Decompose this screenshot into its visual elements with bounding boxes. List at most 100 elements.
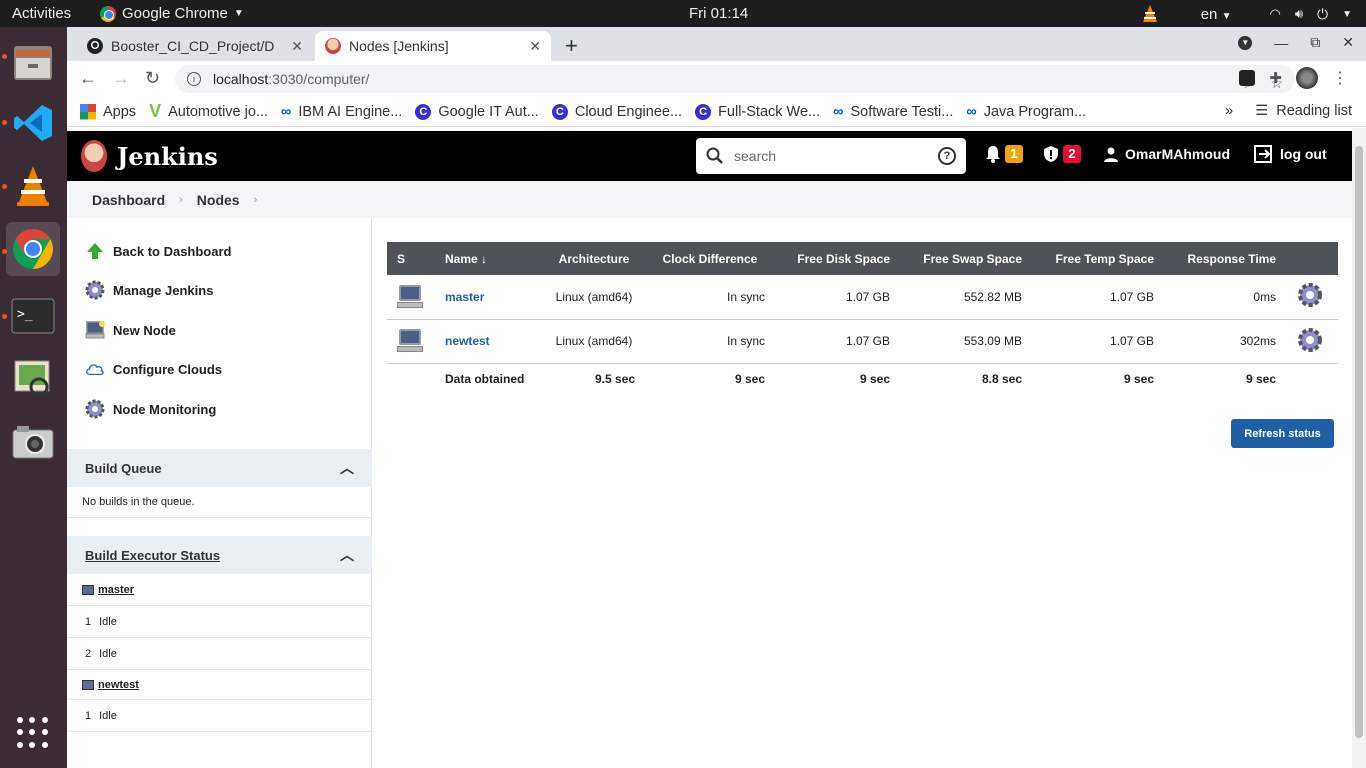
bookmark-label: Apps	[103, 103, 137, 120]
footer-clock-time: 9 sec	[645, 362, 775, 395]
configure-gear-icon[interactable]	[1296, 281, 1324, 309]
refresh-status-button[interactable]: Refresh status	[1231, 419, 1334, 448]
tab-search-icon[interactable]: ▼	[1238, 35, 1253, 50]
task-back-to-dashboard[interactable]: Back to Dashboard	[85, 241, 231, 261]
chevron-up-icon[interactable]: ︿	[340, 545, 354, 565]
notifications-button[interactable]: 1	[985, 145, 1023, 163]
camera-app-icon[interactable]	[6, 415, 60, 469]
site-info-icon[interactable]: i	[187, 72, 201, 86]
executor-node-link[interactable]: newtest	[98, 679, 139, 691]
volume-icon[interactable]: 🔊︎	[1295, 6, 1303, 22]
bookmark-cloud-engineer[interactable]: C Cloud Enginee...	[551, 103, 682, 120]
reading-list-label: Reading list	[1276, 103, 1352, 119]
bookmark-apps[interactable]: Apps	[80, 103, 137, 120]
tab-github[interactable]: Booster_CI_CD_Project/D ✕	[77, 31, 313, 61]
disk-cell: 1.07 GB	[775, 319, 900, 364]
chevron-down-icon[interactable]: ▼	[1342, 9, 1352, 20]
node-link-newtest[interactable]: newtest	[445, 334, 490, 348]
security-button[interactable]: 2	[1043, 145, 1081, 163]
browser-toolbar: ← → ↻ i localhost:3030/computer/ ⌕ ☆	[67, 61, 1366, 97]
executor-node-link[interactable]: master	[98, 584, 134, 596]
breadcrumb-nodes[interactable]: Nodes	[197, 192, 240, 208]
chrome-app-icon[interactable]	[6, 222, 60, 276]
executor-node-master: master	[67, 574, 372, 606]
activities-button[interactable]: Activities	[12, 5, 71, 22]
footer-disk-time: 9 sec	[775, 362, 900, 395]
extension-icon[interactable]	[1239, 70, 1256, 86]
logout-link[interactable]: log out	[1254, 145, 1327, 163]
bookmark-full-stack[interactable]: C Full-Stack We...	[695, 103, 820, 120]
reload-icon[interactable]: ↻	[145, 68, 160, 89]
notifications-badge: 1	[1005, 145, 1023, 163]
show-applications-icon[interactable]	[17, 717, 49, 749]
help-icon[interactable]: ?	[938, 147, 956, 165]
scrollbar-thumb[interactable]	[1355, 146, 1363, 738]
task-configure-clouds[interactable]: Configure Clouds	[85, 359, 222, 379]
bookmark-ibm-ai[interactable]: ∞ IBM AI Engine...	[281, 104, 402, 120]
minimize-icon[interactable]: —	[1274, 35, 1288, 51]
user-link[interactable]: OmarMAhmoud	[1103, 146, 1230, 162]
maximize-icon[interactable]: ⧉	[1310, 34, 1320, 51]
chevron-down-icon: ▼	[233, 8, 244, 19]
build-queue-header[interactable]: Build Queue ︿	[67, 449, 372, 487]
bookmark-label: Software Testi...	[850, 103, 954, 120]
column-header-architecture[interactable]: Architecture	[543, 242, 645, 275]
task-manage-jenkins[interactable]: Manage Jenkins	[85, 280, 213, 300]
column-header-status[interactable]: S	[387, 242, 435, 275]
power-icon[interactable]: ⏻	[1317, 6, 1328, 23]
vlc-tray-icon[interactable]	[1141, 4, 1159, 24]
column-header-free-disk-space[interactable]: Free Disk Space	[775, 242, 900, 275]
column-header-name[interactable]: Name ↓	[435, 242, 543, 275]
wifi-icon[interactable]: ◠	[1269, 6, 1280, 22]
task-new-node[interactable]: New Node	[85, 320, 176, 340]
chevron-up-icon[interactable]: ︿	[340, 458, 354, 478]
node-link-master[interactable]: master	[445, 290, 484, 304]
bookmark-google-it[interactable]: C Google IT Aut...	[415, 103, 539, 120]
column-header-free-temp-space[interactable]: Free Temp Space	[1032, 242, 1164, 275]
executor-status-title[interactable]: Build Executor Status	[85, 548, 220, 563]
back-arrow-icon[interactable]: ←	[79, 68, 97, 89]
reading-list-button[interactable]: » ☰ Reading list	[1225, 103, 1352, 119]
close-window-icon[interactable]: ✕	[1342, 34, 1354, 51]
vlc-app-icon[interactable]	[6, 159, 60, 213]
jenkins-logo[interactable]: Jenkins	[81, 140, 218, 172]
executor-status-header[interactable]: Build Executor Status ︿	[67, 536, 372, 574]
language-indicator[interactable]: en ▼	[1201, 6, 1232, 23]
page-scrollbar[interactable]	[1352, 128, 1366, 768]
breadcrumb-separator-icon[interactable]: ›	[254, 194, 258, 206]
forward-arrow-icon[interactable]: →	[112, 68, 130, 89]
clock[interactable]: Fri 01:14	[689, 5, 748, 22]
vscode-app-icon[interactable]	[6, 96, 60, 150]
executor-state: Idle	[99, 615, 117, 628]
tab-jenkins-nodes[interactable]: Nodes [Jenkins] ✕	[315, 31, 551, 61]
extension-area: ✚ ⋮	[1239, 67, 1348, 89]
terminal-app-icon[interactable]: >_	[6, 289, 60, 343]
task-node-monitoring[interactable]: Node Monitoring	[85, 399, 216, 419]
files-app-icon[interactable]	[6, 35, 60, 89]
column-header-free-swap-space[interactable]: Free Swap Space	[900, 242, 1032, 275]
coursera-link-icon: ∞	[833, 103, 844, 120]
bookmark-automotive[interactable]: V Automotive jo...	[149, 101, 268, 122]
more-bookmarks-icon[interactable]: »	[1225, 103, 1233, 119]
search-input[interactable]	[734, 148, 938, 164]
security-badge: 2	[1063, 145, 1081, 163]
column-header-response-time[interactable]: Response Time	[1164, 242, 1286, 275]
apps-grid-icon	[80, 103, 96, 120]
column-header-clock-difference[interactable]: Clock Difference	[645, 242, 775, 275]
close-tab-icon[interactable]: ✕	[291, 38, 303, 55]
chrome-menu-icon[interactable]: ⋮	[1332, 68, 1348, 88]
bookmark-java[interactable]: ∞ Java Program...	[966, 104, 1086, 120]
address-bar[interactable]: i localhost:3030/computer/ ⌕ ☆	[175, 65, 1295, 93]
app-menu[interactable]: Google Chrome ▼	[100, 5, 244, 22]
task-label: New Node	[113, 322, 176, 338]
configure-gear-icon[interactable]	[1296, 326, 1324, 354]
bookmark-software-testing[interactable]: ∞ Software Testi...	[833, 104, 953, 120]
image-viewer-app-icon[interactable]	[6, 352, 60, 406]
puzzle-extensions-icon[interactable]: ✚	[1269, 69, 1282, 87]
profile-avatar[interactable]	[1296, 67, 1318, 89]
new-tab-icon[interactable]: +	[565, 33, 578, 59]
breadcrumb-separator-icon[interactable]: ›	[179, 194, 183, 206]
os-top-bar: Activities Google Chrome ▼ Fri 01:14 en …	[0, 0, 1366, 27]
close-tab-icon[interactable]: ✕	[529, 38, 541, 55]
breadcrumb-dashboard[interactable]: Dashboard	[92, 192, 165, 208]
